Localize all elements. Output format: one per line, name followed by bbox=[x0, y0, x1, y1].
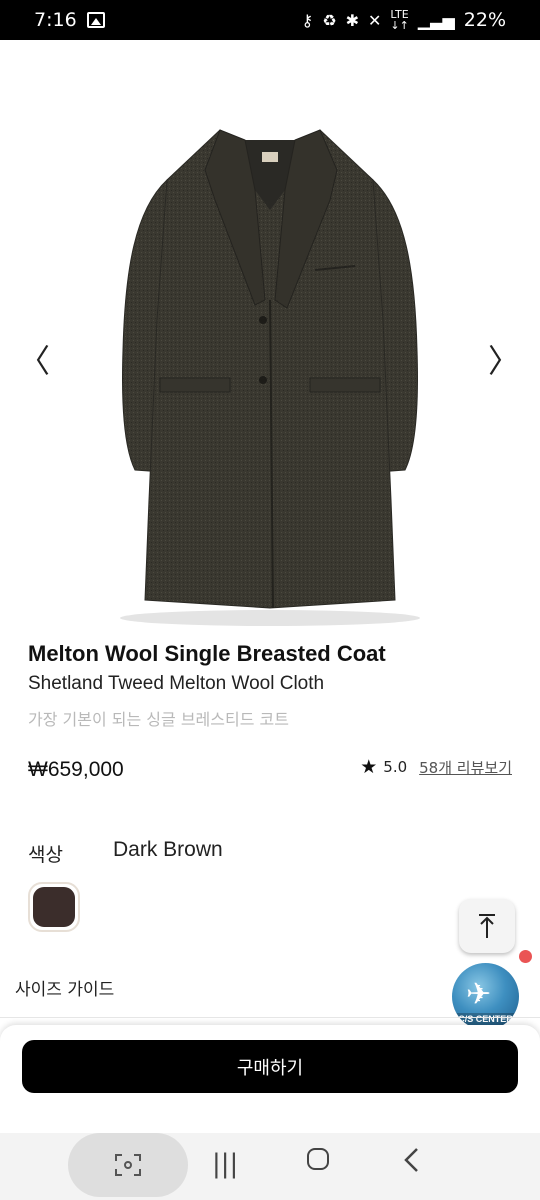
mute-icon: ✕ bbox=[368, 10, 382, 30]
product-name: Melton Wool Single Breasted Coat bbox=[28, 641, 386, 666]
bluetooth-icon: ✱ bbox=[345, 10, 359, 30]
image-icon bbox=[86, 12, 105, 28]
product-price: ₩659,000 bbox=[28, 758, 124, 781]
capture-button[interactable] bbox=[68, 1133, 188, 1197]
scroll-to-top-button[interactable] bbox=[459, 899, 515, 953]
product-description: 가장 기본이 되는 싱글 브레스티드 코트 bbox=[28, 710, 289, 729]
notification-dot bbox=[519, 950, 532, 963]
back-button[interactable] bbox=[402, 1147, 422, 1180]
purchase-panel: 구매하기 bbox=[0, 1025, 540, 1133]
color-swatch[interactable] bbox=[28, 882, 80, 932]
signal-icon: ▁▃▅ bbox=[417, 10, 455, 30]
status-time: 7:16 bbox=[34, 9, 77, 31]
product-rating: ★ 5.0 58개 리뷰보기 bbox=[360, 756, 512, 778]
lte-icon: LTE ↓↑ bbox=[390, 8, 409, 32]
cs-center-button[interactable]: ✈ C/S CENTER bbox=[452, 963, 519, 1030]
screen-capture-icon bbox=[115, 1154, 141, 1176]
back-icon bbox=[404, 1148, 418, 1172]
size-guide-link[interactable]: 사이즈 가이드 bbox=[15, 975, 114, 1000]
buy-button[interactable]: 구매하기 bbox=[22, 1040, 518, 1093]
key-icon: ⚷ bbox=[301, 10, 314, 30]
carousel-prev-button[interactable]: 〈 bbox=[18, 345, 50, 377]
color-label: 색상 bbox=[28, 844, 63, 866]
home-icon bbox=[307, 1148, 329, 1170]
recycle-icon: ♻ bbox=[322, 10, 337, 30]
product-fabric: Shetland Tweed Melton Wool Cloth bbox=[28, 673, 325, 694]
carousel-next-button[interactable]: 〉 bbox=[488, 345, 520, 377]
rating-value: 5.0 bbox=[383, 758, 408, 776]
recent-apps-icon[interactable]: ||| bbox=[212, 1149, 238, 1179]
airplane-icon: ✈ bbox=[466, 977, 492, 1012]
review-link[interactable]: 58개 리뷰보기 bbox=[419, 757, 512, 778]
color-value: Dark Brown bbox=[113, 838, 223, 861]
home-button[interactable] bbox=[306, 1147, 330, 1178]
arrow-up-to-line-icon bbox=[479, 914, 495, 938]
status-icons: ⚷ ♻ ✱ ✕ LTE ↓↑ ▁▃▅ 22% bbox=[302, 9, 506, 31]
system-nav-bar: ||| bbox=[0, 1133, 540, 1200]
divider bbox=[0, 1017, 540, 1018]
status-bar: 7:16 ⚷ ♻ ✱ ✕ LTE ↓↑ ▁▃▅ 22% bbox=[0, 0, 540, 40]
color-swatch-fill bbox=[33, 887, 75, 927]
star-icon: ★ bbox=[360, 756, 378, 778]
product-image-carousel[interactable]: 〈 〉 bbox=[0, 90, 540, 630]
battery-level: 22% bbox=[463, 9, 506, 31]
cs-center-label: C/S CENTER bbox=[452, 1013, 519, 1025]
product-image bbox=[120, 129, 420, 626]
